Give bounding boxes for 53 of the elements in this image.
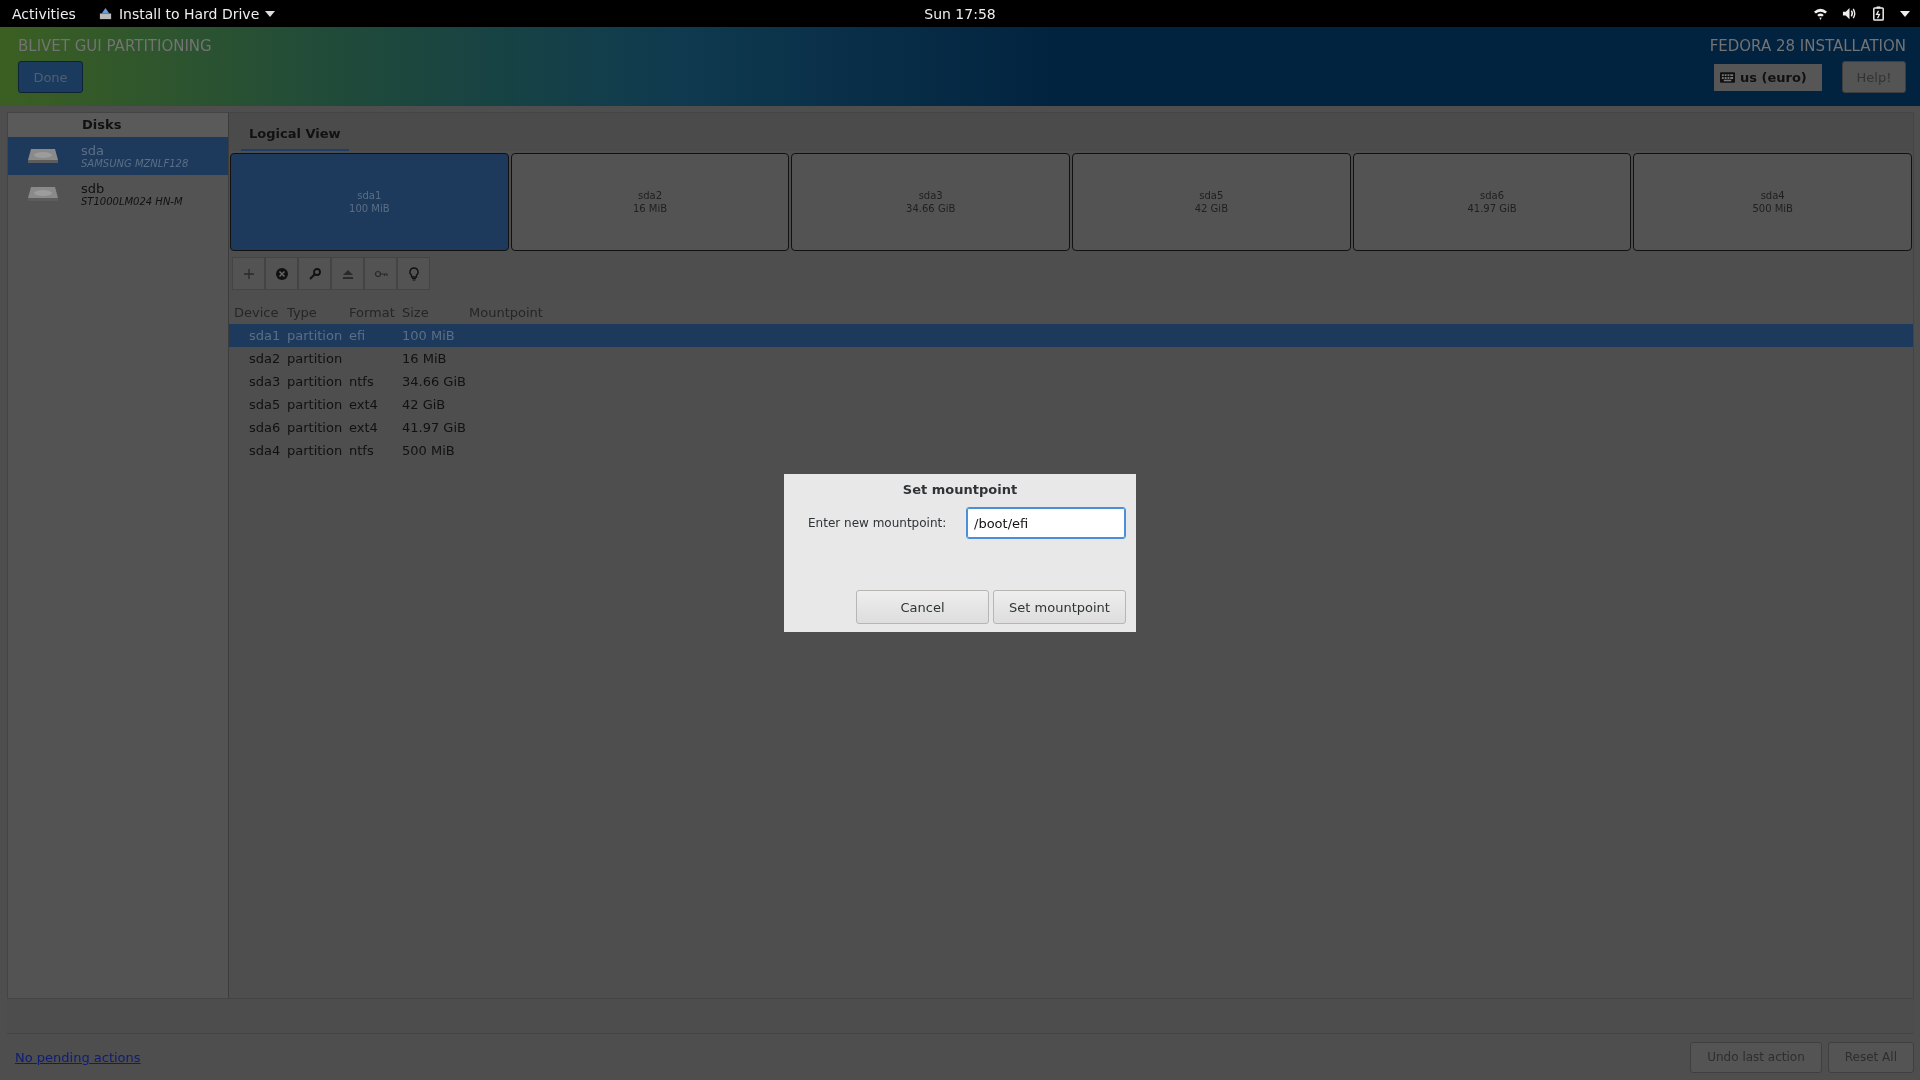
table-cell: efi (349, 328, 366, 343)
table-cell: sda3 (249, 374, 281, 389)
table-row[interactable]: sda2 partition 16 MiB (229, 347, 1913, 370)
table-row[interactable]: sda4 partition ntfs 500 MiB (229, 439, 1913, 462)
pending-actions-link[interactable]: No pending actions (15, 1049, 141, 1065)
disk-name: sda (81, 143, 105, 158)
dialog-button[interactable]: Cancel (856, 590, 989, 624)
disk-item[interactable]: sdb ST1000LM024 HN-M (8, 175, 228, 213)
mountpoint-label: Enter new mountpoint: (808, 516, 947, 530)
product-title: FEDORA 28 INSTALLATION (1709, 37, 1906, 55)
table-cell: sda1 (249, 328, 281, 343)
table-cell: sda6 (249, 420, 281, 435)
keyboard-layout-field[interactable]: us (euro) (1714, 63, 1822, 91)
table-cell: ext4 (349, 397, 378, 412)
app-menu[interactable]: Install to Hard Drive (118, 5, 260, 22)
table-row[interactable]: sda5 partition ext4 42 GiB (229, 393, 1913, 416)
table-row[interactable]: sda6 partition ext4 41.97 GiB (229, 416, 1913, 439)
table-cell: sda5 (249, 397, 281, 412)
dialog-button[interactable]: Set mountpoint (993, 590, 1126, 624)
disk-item[interactable]: sda SAMSUNG MZNLF128 (8, 137, 228, 175)
table-cell: partition (287, 374, 343, 389)
table-cell: partition (287, 328, 343, 343)
tab[interactable]: Logical View (241, 126, 349, 151)
clock[interactable]: Sun 17:58 (924, 5, 996, 22)
sidebar-heading: Disks (8, 113, 228, 137)
partition-name: sda1 (357, 190, 382, 201)
partition-size: 100 MiB (349, 203, 390, 214)
disk-name: sdb (81, 181, 106, 196)
disk-model: SAMSUNG MZNLF128 (81, 158, 189, 169)
table-cell: sda4 (249, 443, 281, 458)
table-cell: 34.66 GiB (402, 374, 466, 389)
dialog-title: Set mountpoint (901, 482, 1019, 497)
table-cell: partition (287, 443, 343, 458)
table-cell: 500 MiB (402, 443, 455, 458)
keyboard-layout-label: us (euro) (1740, 69, 1807, 85)
mountpoint-input[interactable]: /boot/efi (966, 507, 1126, 539)
page-title: BLIVET GUI PARTITIONING (18, 37, 212, 55)
table-cell: partition (287, 420, 343, 435)
disk-model: ST1000LM024 HN-M (81, 196, 183, 207)
table-cell: partition (287, 397, 343, 412)
table-cell: partition (287, 351, 343, 366)
partition-block[interactable]: sda1 100 MiB (230, 153, 509, 251)
table-cell: 100 MiB (402, 328, 455, 343)
table-cell: 42 GiB (402, 397, 446, 412)
table-cell: ntfs (349, 374, 374, 389)
table-cell: 16 MiB (402, 351, 447, 366)
activities-button[interactable]: Activities (12, 5, 76, 22)
table-cell: 41.97 GiB (402, 420, 466, 435)
table-row[interactable]: sda3 partition ntfs 34.66 GiB (229, 370, 1913, 393)
table-row[interactable]: sda1 partition efi 100 MiB (229, 324, 1913, 347)
table-cell: ext4 (349, 420, 378, 435)
table-cell: ntfs (349, 443, 374, 458)
table-cell: sda2 (249, 351, 281, 366)
